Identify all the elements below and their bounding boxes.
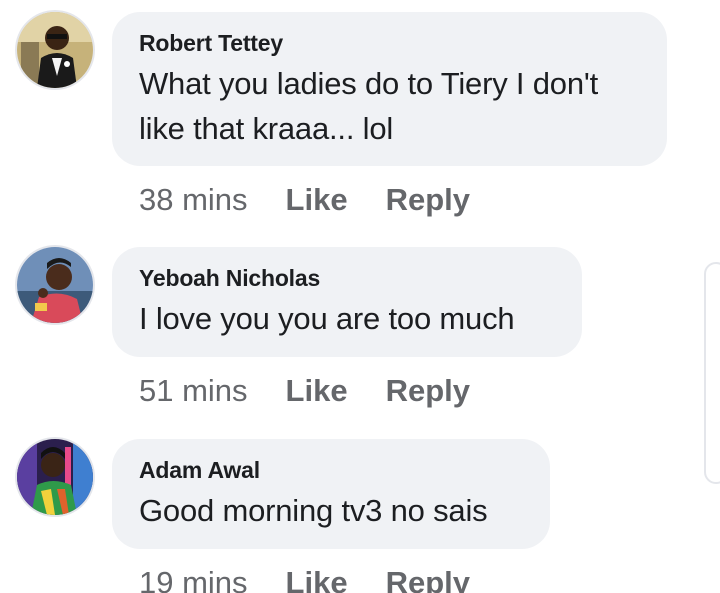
comment-item: Yeboah Nicholas I love you you are too m… <box>0 247 700 427</box>
comment-text: I love you you are too much <box>139 301 515 336</box>
avatar-image <box>17 12 93 88</box>
comment-timestamp[interactable]: 51 mins <box>139 373 248 409</box>
like-button[interactable]: Like <box>286 182 348 218</box>
comment-bubble: Adam Awal Good morning tv3 no sais <box>112 439 550 549</box>
comment-bubble: Robert Tettey What you ladies do to Tier… <box>112 12 667 166</box>
comment-thread: Robert Tettey What you ladies do to Tier… <box>0 0 720 593</box>
avatar[interactable] <box>17 247 93 323</box>
comment-actions: 38 mins Like Reply <box>139 182 470 218</box>
reply-button[interactable]: Reply <box>386 565 470 593</box>
like-button[interactable]: Like <box>286 565 348 593</box>
comment-author[interactable]: Yeboah Nicholas <box>139 264 554 292</box>
avatar[interactable] <box>17 12 93 88</box>
avatar-image <box>17 247 93 323</box>
reply-button[interactable]: Reply <box>386 373 470 409</box>
side-panel-edge <box>704 262 720 484</box>
comment-author[interactable]: Adam Awal <box>139 456 522 484</box>
comment-timestamp[interactable]: 38 mins <box>139 182 248 218</box>
avatar[interactable] <box>17 439 93 515</box>
comment-actions: 19 mins Like Reply <box>139 565 470 593</box>
comment-text: Good morning tv3 no sais <box>139 493 488 528</box>
comment-actions: 51 mins Like Reply <box>139 373 470 409</box>
reply-button[interactable]: Reply <box>386 182 470 218</box>
avatar-image <box>17 439 93 515</box>
comment-text: What you ladies do to Tiery I don't like… <box>139 66 598 146</box>
comment-item: Robert Tettey What you ladies do to Tier… <box>0 12 700 232</box>
comment-timestamp[interactable]: 19 mins <box>139 565 248 593</box>
comment-bubble: Yeboah Nicholas I love you you are too m… <box>112 247 582 357</box>
comment-author[interactable]: Robert Tettey <box>139 29 639 57</box>
comment-item: Adam Awal Good morning tv3 no sais 19 mi… <box>0 439 700 593</box>
like-button[interactable]: Like <box>286 373 348 409</box>
